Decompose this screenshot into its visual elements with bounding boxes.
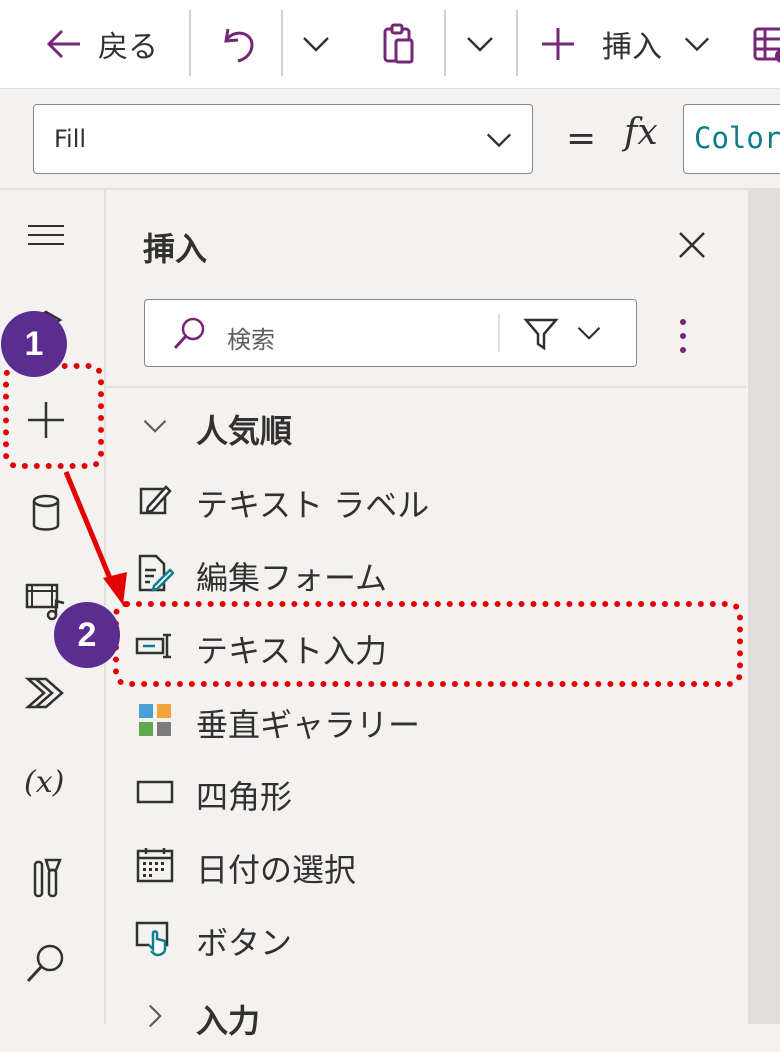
group-label: 人気順 <box>196 412 293 450</box>
insert-item-date-picker[interactable]: 日付の選択 <box>107 829 747 901</box>
item-label: テキスト ラベル <box>196 486 430 524</box>
back-label: 戻る <box>98 30 158 65</box>
rectangle-icon <box>135 774 175 810</box>
edit-form-icon <box>135 554 175 592</box>
advanced-tools-icon[interactable] <box>18 850 74 906</box>
undo-icon <box>224 28 254 63</box>
undo-dropdown-button[interactable] <box>300 0 332 88</box>
variables-icon[interactable]: (x) <box>18 754 74 810</box>
undo-button[interactable] <box>218 0 260 88</box>
chevron-down-icon <box>467 37 493 52</box>
canvas-area <box>748 190 780 1024</box>
more-options-icon[interactable] <box>677 318 689 354</box>
back-button[interactable]: 戻る <box>44 0 158 88</box>
svg-text:(x): (x) <box>24 765 64 800</box>
filter-icon <box>523 318 559 351</box>
group-header-input[interactable]: 入力 <box>107 980 747 1052</box>
item-label: 四角形 <box>196 778 293 816</box>
insert-menu-button[interactable]: 挿入 <box>540 0 712 88</box>
hamburger-menu-icon[interactable] <box>18 207 74 263</box>
search-placeholder: 検索 <box>227 326 275 354</box>
step-badge-2: 2 <box>54 602 120 668</box>
search-icon <box>173 317 205 350</box>
toolbar-divider <box>281 10 283 76</box>
step-badge-1: 1 <box>1 311 67 377</box>
chevron-down-icon <box>135 408 175 444</box>
filter-button[interactable] <box>515 314 625 354</box>
group-header-popular[interactable]: 人気順 <box>107 390 747 462</box>
insert-menu-label: 挿入 <box>602 30 662 65</box>
button-icon <box>135 920 175 957</box>
clipboard-icon <box>383 23 414 64</box>
paste-dropdown-button[interactable] <box>464 0 496 88</box>
insert-item-edit-form[interactable]: 編集フォーム <box>107 537 747 609</box>
add-data-button[interactable] <box>752 0 780 88</box>
search-box[interactable]: 検索 <box>144 299 637 367</box>
search-icon[interactable] <box>18 935 74 991</box>
group-label: 入力 <box>196 1002 261 1040</box>
panel-divider <box>107 386 747 388</box>
item-label: 日付の選択 <box>196 851 357 889</box>
close-icon[interactable] <box>677 230 707 260</box>
annotation-highlight-insert <box>3 363 104 469</box>
fx-icon[interactable]: fx <box>624 112 658 153</box>
power-automate-icon[interactable] <box>18 665 74 721</box>
chevron-down-icon <box>577 326 601 340</box>
table-add-icon <box>753 27 780 63</box>
chevron-down-icon <box>684 37 710 52</box>
chevron-down-icon <box>303 37 329 52</box>
toolbar-divider <box>189 10 191 76</box>
chevron-down-icon <box>486 133 512 148</box>
back-arrow-icon <box>46 29 80 59</box>
formula-value: ColorV <box>694 121 780 155</box>
equals-sign: = <box>566 118 597 159</box>
date-picker-icon <box>135 847 175 883</box>
item-label: ボタン <box>196 924 293 962</box>
insert-item-button[interactable]: ボタン <box>107 902 747 974</box>
toolbar-divider <box>444 10 446 76</box>
text-label-icon <box>135 482 175 518</box>
insert-item-rectangle[interactable]: 四角形 <box>107 756 747 828</box>
paste-button[interactable] <box>381 0 417 88</box>
plus-icon <box>542 28 574 60</box>
formula-input[interactable]: ColorV <box>683 104 780 174</box>
gallery-icon <box>135 702 175 738</box>
annotation-highlight-text-input <box>113 601 743 687</box>
insert-item-text-label[interactable]: テキスト ラベル <box>107 464 747 536</box>
item-label: 編集フォーム <box>196 559 388 597</box>
insert-item-vertical-gallery[interactable]: 垂直ギャラリー <box>107 684 747 756</box>
property-value: Fill <box>54 125 87 153</box>
toolbar-divider <box>516 10 518 76</box>
item-label: 垂直ギャラリー <box>196 706 421 744</box>
search-divider <box>498 314 500 352</box>
data-icon[interactable] <box>18 485 74 541</box>
command-bar: 戻る 挿入 <box>0 0 780 89</box>
property-dropdown[interactable]: Fill <box>33 104 533 174</box>
panel-title: 挿入 <box>143 230 208 268</box>
chevron-right-icon <box>135 998 175 1034</box>
